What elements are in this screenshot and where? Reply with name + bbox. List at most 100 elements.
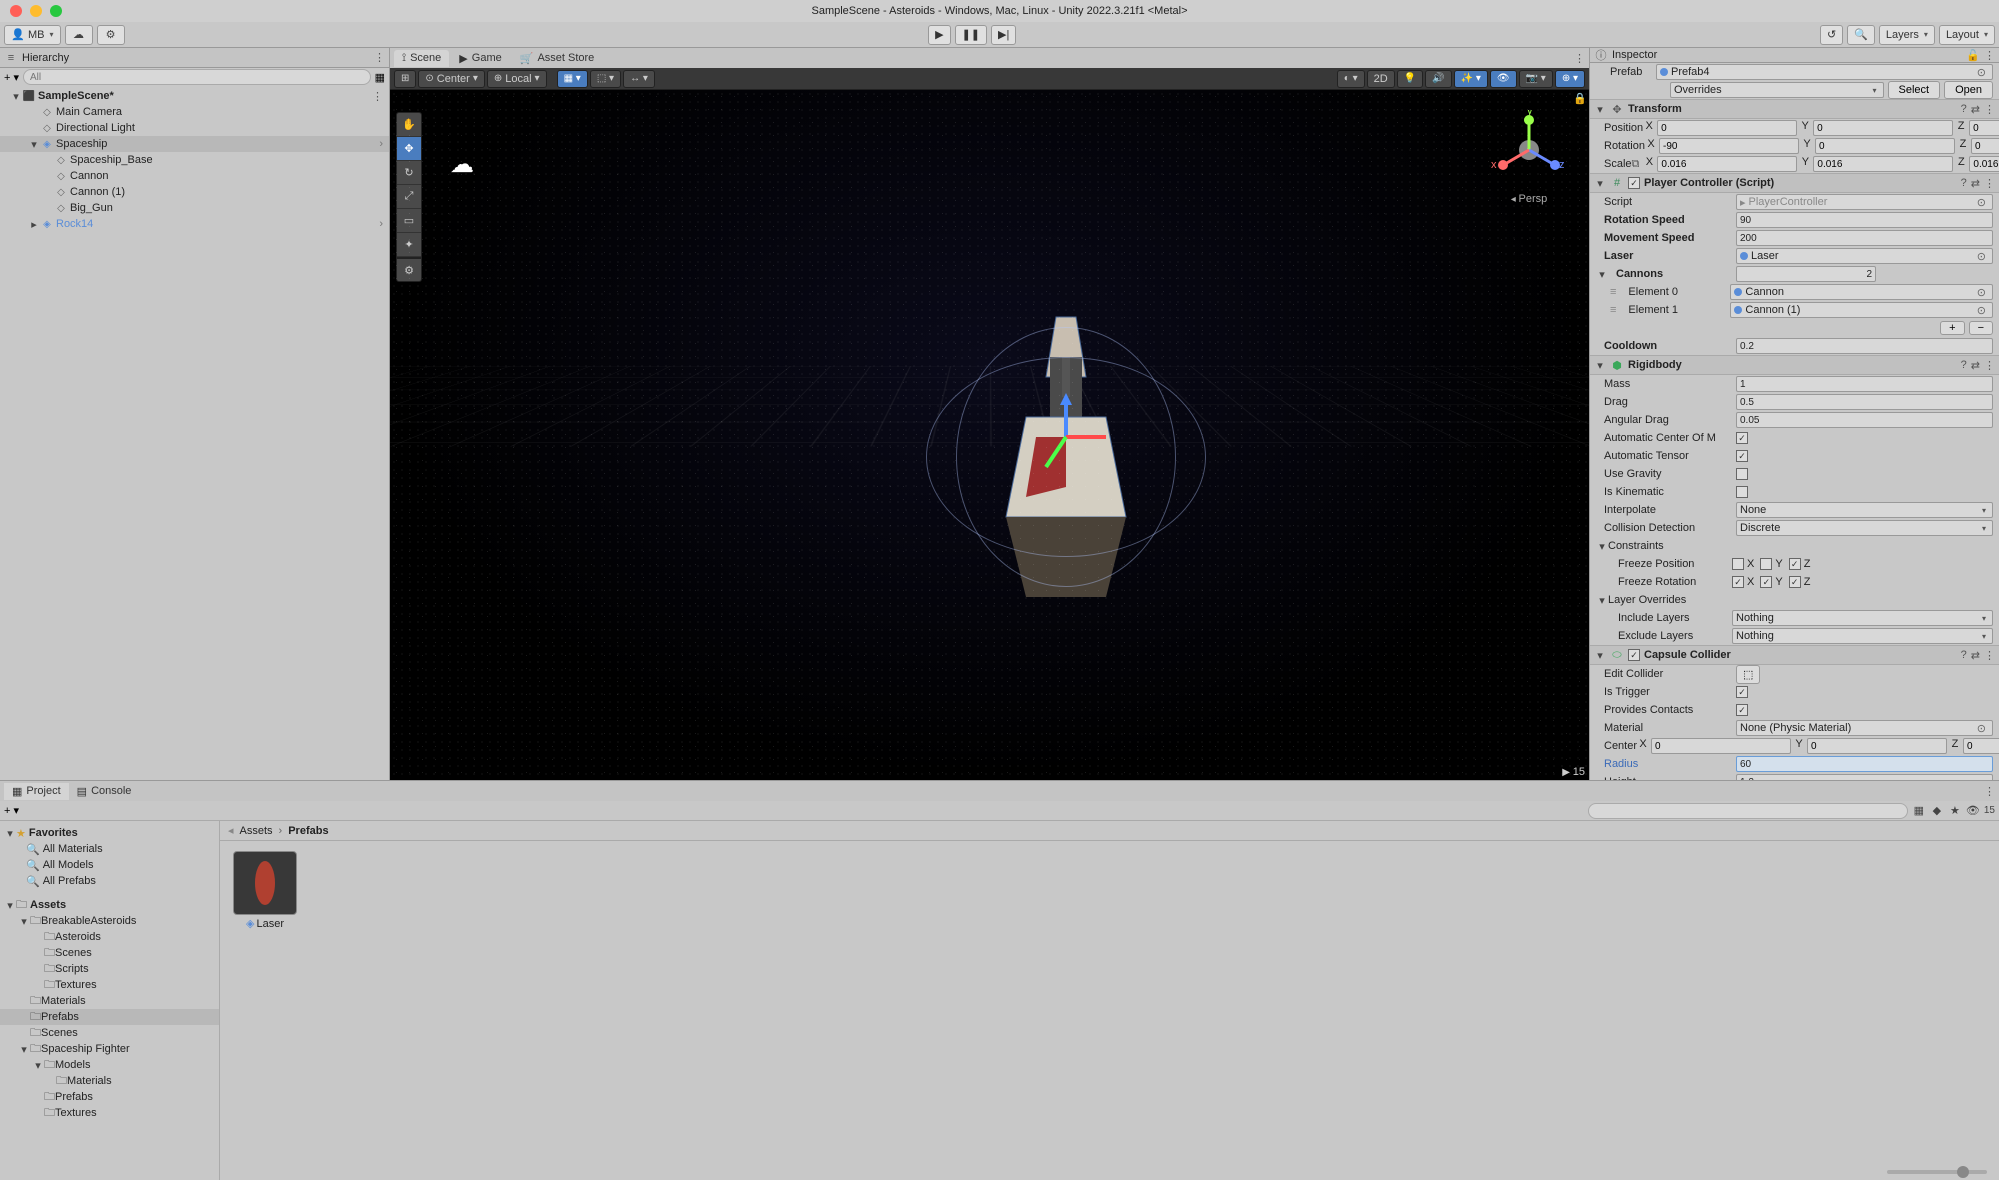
account-menu[interactable]: 👤MB [4,25,61,45]
rigidbody-header[interactable]: ▾ ⬢ Rigidbody ?⇄⋮ [1590,355,1999,375]
center-y[interactable] [1807,738,1947,754]
create-dropdown[interactable]: + ▾ [4,71,19,84]
lock-icon[interactable]: 🔒 [1573,92,1587,105]
rect-tool[interactable]: ▭ [397,209,421,233]
project-create-dropdown[interactable]: + ▾ [4,804,19,817]
scene-object-spaceship[interactable] [966,297,1166,617]
hierarchy-item-rock[interactable]: ▸◈Rock14› [0,216,389,232]
2d-toggle[interactable]: 2D [1367,70,1395,88]
interpolate-dropdown[interactable]: None [1736,502,1993,518]
orientation-gizmo[interactable]: y z x ◂ Persp [1489,110,1569,190]
undo-history-button[interactable]: ↺ [1820,25,1843,45]
settings-button[interactable]: ⚙ [97,25,125,45]
layout-dropdown[interactable]: Layout [1939,25,1995,45]
folder-breakable[interactable]: ▾🗀BreakableAsteroids [0,913,219,929]
window-minimize-button[interactable] [30,5,42,17]
play-button[interactable]: ▶ [928,25,950,45]
open-prefab-icon[interactable]: › [379,138,389,150]
window-close-button[interactable] [10,5,22,17]
element0-field[interactable]: Cannon⊙ [1730,284,1993,300]
freeze-pos-y[interactable] [1760,558,1772,570]
hierarchy-search-input[interactable] [23,69,371,85]
search-by-label-icon[interactable]: ◆ [1930,804,1944,818]
open-prefab-icon[interactable]: › [379,218,389,230]
mass-input[interactable] [1736,376,1993,392]
folder-materials2[interactable]: 🗀Materials [0,1073,219,1089]
freeze-pos-x[interactable] [1732,558,1744,570]
freeze-rot-x[interactable] [1732,576,1744,588]
help-icon[interactable]: ? [1961,103,1967,116]
scene-root[interactable]: ▾ ⬛ SampleScene* ⋮ [0,88,389,104]
hand-tool[interactable]: ✋ [397,113,421,137]
save-search-icon[interactable]: ★ [1948,804,1962,818]
camera-settings[interactable]: 📷 ▾ [1519,70,1553,88]
fx-toggle[interactable]: ✨ ▾ [1454,70,1488,88]
rot-x[interactable] [1659,138,1799,154]
object-picker-icon[interactable]: ⊙ [1974,66,1989,79]
angular-drag-input[interactable] [1736,412,1993,428]
folder-models[interactable]: ▾🗀Models [0,1057,219,1073]
gizmos-toggle[interactable]: ⊕ ▾ [1555,70,1585,88]
scale-tool[interactable]: ⤢ [397,185,421,209]
folder-spaceship-fighter[interactable]: ▾🗀Spaceship Fighter [0,1041,219,1057]
pos-y[interactable] [1813,120,1953,136]
tab-console[interactable]: ▤Console [69,783,140,800]
scale-z[interactable] [1969,156,1999,172]
link-icon[interactable]: ⧉ [1632,158,1644,171]
gravity-checkbox[interactable] [1736,468,1748,480]
transform-header[interactable]: ▾ ✥ Transform ?⇄⋮ [1590,99,1999,119]
scene-menu[interactable]: ⋮ [372,90,389,103]
capsule-collider-header[interactable]: ▾ ⬭ Capsule Collider ?⇄⋮ [1590,645,1999,665]
folder-prefabs2[interactable]: 🗀Prefabs [0,1089,219,1105]
folder-textures2[interactable]: 🗀Textures [0,1105,219,1121]
tab-game[interactable]: ▶Game [451,50,509,67]
snap-settings[interactable]: ↔ ▾ [623,70,655,88]
drag-input[interactable] [1736,394,1993,410]
tabs-menu[interactable]: ⋮ [1574,52,1585,65]
scale-y[interactable] [1813,156,1953,172]
pivot-mode[interactable]: ⊙ Center ▾ [418,70,484,88]
hierarchy-item-base[interactable]: ◇Spaceship_Base [0,152,389,168]
center-z[interactable] [1963,738,1999,754]
step-button[interactable]: ▶| [991,25,1016,45]
breadcrumb-assets[interactable]: Assets [240,825,273,837]
overrides-dropdown[interactable]: Overrides [1670,82,1884,98]
pause-button[interactable]: ❚❚ [955,25,987,45]
provides-contacts-checkbox[interactable] [1736,704,1748,716]
fav-all-models[interactable]: 🔍All Models [0,857,219,873]
exclude-layers-dropdown[interactable]: Nothing [1732,628,1993,644]
inspector-menu[interactable]: ⋮ [1984,49,1995,62]
grid-snap-toggle[interactable]: ▦ ▾ [557,70,588,88]
rot-z[interactable] [1971,138,1999,154]
pos-x[interactable] [1657,120,1797,136]
cannons-count[interactable] [1736,266,1876,282]
player-controller-header[interactable]: ▾ # Player Controller (Script) ?⇄⋮ [1590,173,1999,193]
hierarchy-item-camera[interactable]: ◇Main Camera [0,104,389,120]
auto-com-checkbox[interactable] [1736,432,1748,444]
foldout-icon[interactable]: ▾ [28,138,40,151]
tab-scene[interactable]: ⟟Scene [394,50,449,67]
fav-all-prefabs[interactable]: 🔍All Prefabs [0,873,219,889]
project-search-input[interactable] [1588,803,1908,819]
fav-all-materials[interactable]: 🔍All Materials [0,841,219,857]
lighting-toggle[interactable]: 💡 [1397,70,1423,88]
cloud-button[interactable]: ☁ [65,25,93,45]
breadcrumb-prefabs[interactable]: Prefabs [288,825,328,837]
snap-increment[interactable]: ⬚ ▾ [590,70,621,88]
thumbnail-size-slider[interactable] [1887,1170,1987,1174]
rotate-tool[interactable]: ↻ [397,161,421,185]
hierarchy-item-spaceship[interactable]: ▾◈Spaceship› [0,136,389,152]
hierarchy-menu[interactable]: ⋮ [374,51,385,64]
scale-x[interactable] [1657,156,1797,172]
element1-field[interactable]: Cannon (1)⊙ [1730,302,1993,318]
hierarchy-item-cannon[interactable]: ◇Cannon [0,168,389,184]
collision-dropdown[interactable]: Discrete [1736,520,1993,536]
center-x[interactable] [1651,738,1791,754]
scene-vis-toggle[interactable]: 👁 [1490,70,1517,88]
freeze-rot-y[interactable] [1760,576,1772,588]
kinematic-checkbox[interactable] [1736,486,1748,498]
transform-tool[interactable]: ✦ [397,233,421,257]
folder-scripts[interactable]: 🗀Scripts [0,961,219,977]
component-enable-checkbox[interactable] [1628,649,1640,661]
select-button[interactable]: Select [1888,81,1941,99]
